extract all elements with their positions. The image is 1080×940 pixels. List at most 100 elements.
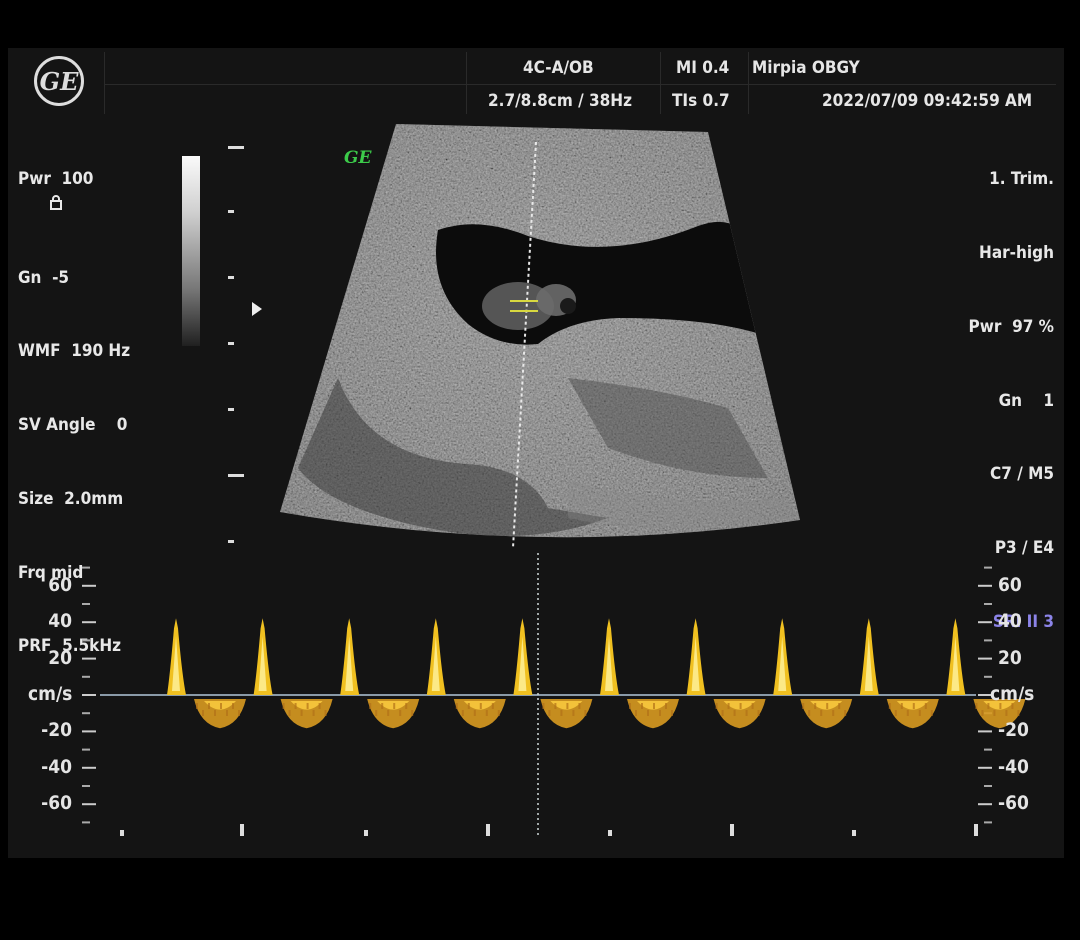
doppler-beat — [686, 618, 766, 729]
spectral-noise — [751, 703, 754, 709]
spectral-noise — [294, 703, 297, 709]
doppler-beat — [859, 618, 939, 729]
left-scale-label: -20 — [41, 719, 72, 742]
spectral-noise — [584, 710, 587, 716]
spectral-noise — [808, 710, 811, 716]
spectral-noise — [745, 710, 748, 716]
spectral-noise — [405, 703, 408, 709]
right-unit-label: cm/s — [990, 683, 1035, 705]
spectral-noise — [629, 703, 631, 709]
spectral-noise — [196, 703, 198, 709]
spectral-noise — [641, 703, 643, 709]
spectral-noise — [232, 703, 234, 709]
spectral-noise — [671, 710, 673, 716]
spectral-noise — [560, 710, 563, 716]
right-scale-label: -40 — [998, 755, 1029, 778]
spectral-noise — [975, 703, 978, 709]
time-tick — [240, 824, 244, 836]
spectral-noise — [566, 703, 569, 709]
right-scale-label: -20 — [998, 719, 1029, 742]
spectral-noise — [572, 710, 575, 716]
spectral-noise — [548, 710, 551, 716]
spectral-noise — [721, 710, 724, 716]
spectral-noise — [455, 703, 458, 709]
time-tick — [364, 830, 368, 836]
spectral-noise — [578, 703, 581, 709]
spectral-noise — [214, 710, 216, 716]
doppler-beat — [253, 618, 333, 729]
spectral-noise — [993, 710, 996, 716]
spectral-noise — [814, 703, 817, 709]
spectral-noise — [924, 703, 927, 709]
doppler-beat — [340, 618, 420, 729]
spectral-noise — [208, 703, 210, 709]
spectral-noise — [554, 703, 557, 709]
spectral-noise — [473, 710, 476, 716]
spectral-noise — [733, 710, 736, 716]
spectral-noise — [202, 710, 204, 716]
left-scale-label: 60 — [48, 573, 72, 596]
right-scale-label: 20 — [998, 646, 1022, 669]
spectral-noise — [226, 710, 228, 716]
spectral-noise — [491, 703, 494, 709]
spectral-noise — [900, 703, 903, 709]
spectral-noise — [312, 710, 315, 716]
left-scale-label: 20 — [48, 646, 72, 669]
spectral-noise — [906, 710, 909, 716]
time-tick — [730, 824, 734, 836]
spectral-noise — [727, 703, 730, 709]
spectral-noise — [844, 710, 847, 716]
spectral-noise — [288, 710, 291, 716]
spectral-noise — [1017, 710, 1020, 716]
spectral-noise — [387, 710, 390, 716]
spectral-noise — [479, 703, 482, 709]
spectral-noise — [832, 710, 835, 716]
spectral-noise — [757, 710, 760, 716]
spectral-noise — [1005, 710, 1008, 716]
spectral-noise — [981, 710, 984, 716]
spectral-noise — [826, 703, 829, 709]
spectral-noise — [461, 710, 464, 716]
left-scale-label: 40 — [48, 610, 72, 633]
time-tick — [120, 830, 124, 836]
right-scale-label: 40 — [998, 610, 1022, 633]
doppler-beat — [600, 618, 679, 729]
spectral-noise — [411, 710, 414, 716]
doppler-beat — [167, 618, 246, 729]
spectral-noise — [375, 710, 378, 716]
spectral-noise — [715, 703, 718, 709]
spectral-noise — [282, 703, 285, 709]
spectral-noise — [318, 703, 321, 709]
time-tick — [608, 830, 612, 836]
spectral-noise — [918, 710, 921, 716]
spectral-noise — [653, 703, 655, 709]
spectral-noise — [635, 710, 637, 716]
spectral-noise — [647, 710, 649, 716]
spectral-noise — [497, 710, 500, 716]
time-tick — [852, 830, 856, 836]
right-scale-label: 60 — [998, 573, 1022, 596]
right-scale-label: -60 — [998, 792, 1029, 815]
spectral-noise — [381, 703, 384, 709]
spectral-noise — [888, 703, 891, 709]
spectral-noise — [838, 703, 841, 709]
doppler-beat — [426, 618, 506, 729]
spectral-noise — [820, 710, 823, 716]
left-scale-label: -60 — [41, 792, 72, 815]
spectral-noise — [739, 703, 742, 709]
spectral-noise — [930, 710, 933, 716]
spectral-noise — [802, 703, 805, 709]
doppler-beat — [773, 618, 853, 729]
left-unit-label: cm/s — [28, 683, 73, 705]
doppler-spectrum[interactable] — [8, 48, 1064, 858]
spectral-noise — [467, 703, 470, 709]
spectral-noise — [912, 703, 915, 709]
spectral-noise — [485, 710, 488, 716]
spectral-noise — [393, 703, 396, 709]
doppler-beat — [946, 618, 1026, 729]
spectral-noise — [306, 703, 309, 709]
spectral-noise — [542, 703, 545, 709]
spectral-noise — [894, 710, 897, 716]
ultrasound-screen: GE 4C-A/OB 2.7/8.8cm / 38Hz MI 0.4 TIs 0… — [8, 48, 1064, 858]
spectral-noise — [220, 703, 222, 709]
